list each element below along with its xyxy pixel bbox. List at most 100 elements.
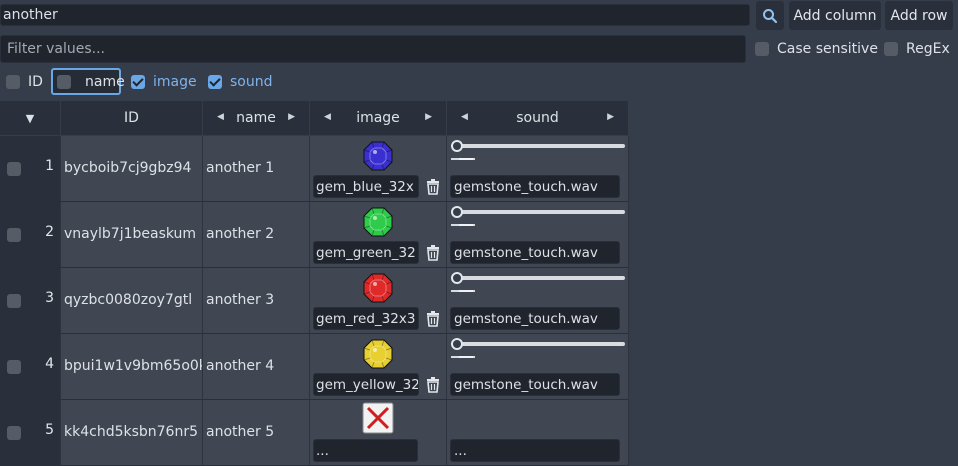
cell-id-text: qyzbc0080zoy7gtl — [64, 292, 193, 308]
search-button[interactable] — [756, 1, 784, 30]
cell-sound[interactable]: gemstone_touch.wav — [447, 268, 629, 334]
cell-sound[interactable]: gemstone_touch.wav — [447, 202, 629, 268]
cell-name-text: another 3 — [206, 292, 275, 308]
cell-name[interactable]: another 3 — [203, 268, 310, 334]
regex-toggle[interactable]: RegEx — [884, 41, 950, 57]
table-row-header[interactable]: 1 — [0, 136, 61, 202]
move-left-icon[interactable]: ◀ — [461, 112, 468, 122]
image-path-field[interactable]: gem_green_32 — [313, 241, 419, 264]
move-right-icon[interactable]: ▶ — [607, 112, 614, 122]
cell-sound[interactable]: gemstone_touch.wav — [447, 334, 629, 400]
trash-icon[interactable] — [426, 179, 440, 195]
playback-slider-track[interactable] — [451, 144, 625, 148]
row-number: 5 — [45, 422, 54, 438]
table-row-header[interactable]: 4 — [0, 334, 61, 400]
table-row-header[interactable]: 3 — [0, 268, 61, 334]
cell-image[interactable]: gem_blue_32x — [310, 136, 447, 202]
cell-id[interactable]: kk4chd5ksbn76nr5 — [61, 400, 203, 466]
playback-slider-knob[interactable] — [451, 272, 463, 284]
toggle-column-image[interactable]: image — [131, 74, 197, 90]
column-id-label: ID — [28, 74, 43, 90]
gem-icon — [363, 207, 393, 237]
playback-slider-track[interactable] — [451, 276, 625, 280]
sound-path-field[interactable]: gemstone_touch.wav — [450, 241, 620, 264]
table-row-header[interactable]: 2 — [0, 202, 61, 268]
column-header-id-label: ID — [124, 110, 139, 126]
move-left-icon[interactable]: ◀ — [324, 112, 331, 122]
image-path-field[interactable]: gem_red_32x3 — [313, 307, 419, 330]
gem-icon — [363, 339, 393, 369]
cell-sound[interactable]: gemstone_touch.wav — [447, 136, 629, 202]
cell-name[interactable]: another 2 — [203, 202, 310, 268]
cell-sound[interactable]: ... — [447, 400, 629, 466]
column-image-label: image — [153, 74, 197, 90]
playback-slider-knob[interactable] — [451, 140, 463, 152]
cell-image[interactable]: gem_red_32x3 — [310, 268, 447, 334]
table-row-header[interactable]: 5 — [0, 400, 61, 466]
cell-id[interactable]: bycboib7cj9gbz94 — [61, 136, 203, 202]
toggle-column-id[interactable]: ID — [6, 74, 43, 90]
move-right-icon[interactable]: ▶ — [288, 112, 295, 122]
column-header-sound[interactable]: ◀ sound ▶ — [447, 101, 629, 135]
add-row-button[interactable]: Add row — [885, 1, 953, 30]
cell-name[interactable]: another 5 — [203, 400, 310, 466]
case-sensitive-label: Case sensitive — [777, 41, 878, 57]
image-path-field[interactable]: gem_blue_32x — [313, 175, 419, 198]
regex-checkbox[interactable] — [884, 42, 898, 56]
gem-icon — [363, 273, 393, 303]
trash-icon[interactable] — [426, 245, 440, 261]
move-right-icon[interactable]: ▶ — [425, 112, 432, 122]
volume-slider-fill — [459, 158, 473, 160]
cell-name-text: another 2 — [206, 226, 275, 242]
column-header-id[interactable]: ID — [61, 101, 203, 135]
row-select-checkbox[interactable] — [7, 360, 21, 374]
column-image-checkbox[interactable] — [131, 75, 145, 89]
filter-input[interactable]: Filter values... — [0, 35, 746, 63]
trash-icon[interactable] — [426, 377, 440, 393]
row-select-checkbox[interactable] — [7, 294, 21, 308]
missing-image-icon — [362, 402, 394, 434]
row-select-checkbox[interactable] — [7, 162, 21, 176]
image-path-field[interactable]: ... — [313, 439, 418, 462]
sort-header[interactable]: ▼ — [0, 101, 61, 135]
sound-path-field[interactable]: gemstone_touch.wav — [450, 373, 620, 396]
toggle-column-name[interactable]: name — [51, 68, 125, 95]
cell-id-text: bycboib7cj9gbz94 — [64, 160, 192, 176]
cell-id[interactable]: bpui1w1v9bm65o0k — [61, 334, 203, 400]
column-header-image-label: image — [356, 110, 400, 126]
column-name-checkbox[interactable] — [57, 74, 71, 89]
playback-slider-track[interactable] — [451, 342, 625, 346]
cell-name-text: another 4 — [206, 358, 275, 374]
playback-slider-knob[interactable] — [451, 338, 463, 350]
column-name-label: name — [85, 73, 125, 90]
cell-id[interactable]: vnaylb7j1beaskum — [61, 202, 203, 268]
playback-slider-track[interactable] — [451, 210, 625, 214]
row-select-checkbox[interactable] — [7, 426, 21, 440]
case-sensitive-toggle[interactable]: Case sensitive — [755, 41, 878, 57]
cell-image[interactable]: ... — [310, 400, 447, 466]
playback-slider-knob[interactable] — [451, 206, 463, 218]
cell-name-text: another 5 — [206, 424, 275, 440]
cell-image[interactable]: gem_yellow_32 — [310, 334, 447, 400]
column-header-image[interactable]: ◀ image ▶ — [310, 101, 447, 135]
case-sensitive-checkbox[interactable] — [755, 42, 769, 56]
sound-path-field[interactable]: ... — [450, 439, 620, 462]
image-path-field[interactable]: gem_yellow_32 — [313, 373, 419, 396]
sound-path-field[interactable]: gemstone_touch.wav — [450, 307, 620, 330]
cell-name-text: another 1 — [206, 160, 275, 176]
column-header-name[interactable]: ◀ name ▶ — [203, 101, 310, 135]
cell-image[interactable]: gem_green_32 — [310, 202, 447, 268]
move-left-icon[interactable]: ◀ — [217, 112, 224, 122]
search-input[interactable]: another — [0, 4, 750, 26]
column-sound-checkbox[interactable] — [208, 75, 222, 89]
cell-id[interactable]: qyzbc0080zoy7gtl — [61, 268, 203, 334]
cell-name[interactable]: another 4 — [203, 334, 310, 400]
toggle-column-sound[interactable]: sound — [208, 74, 273, 90]
add-column-button[interactable]: Add column — [789, 1, 881, 30]
column-id-checkbox[interactable] — [6, 75, 20, 89]
regex-label: RegEx — [906, 41, 950, 57]
sound-path-field[interactable]: gemstone_touch.wav — [450, 175, 620, 198]
trash-icon[interactable] — [426, 311, 440, 327]
row-select-checkbox[interactable] — [7, 228, 21, 242]
cell-name[interactable]: another 1 — [203, 136, 310, 202]
